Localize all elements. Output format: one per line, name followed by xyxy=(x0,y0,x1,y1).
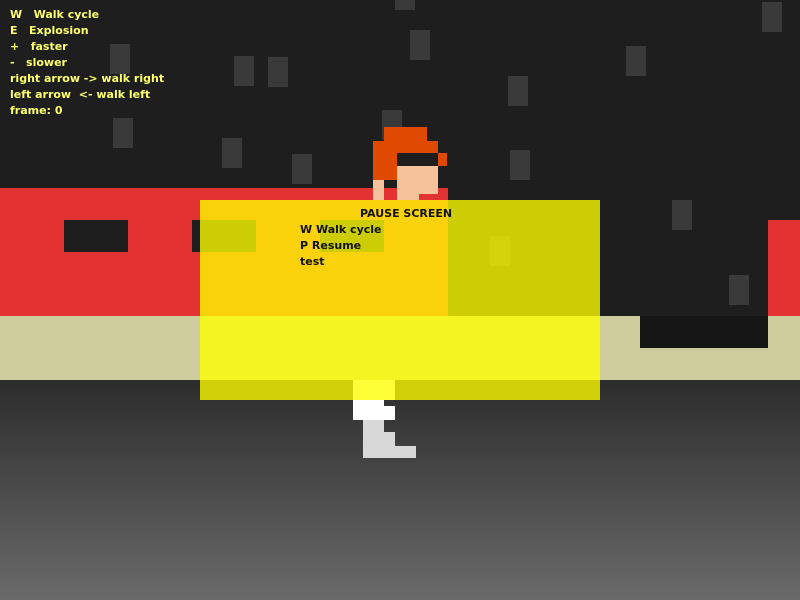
building-window xyxy=(508,76,528,106)
character-hair xyxy=(384,127,427,141)
building-slot-window xyxy=(64,220,128,252)
hud-line-slower: - slower xyxy=(10,56,67,69)
building-window xyxy=(626,46,646,76)
dark-doorway xyxy=(640,316,768,348)
character-ear xyxy=(373,180,384,200)
pause-screen-title: PAUSE SCREEN xyxy=(360,207,453,220)
character-shoe xyxy=(363,420,384,432)
character-hair xyxy=(373,153,397,180)
pause-screen-overlay: PAUSE SCREEN W Walk cycle P Resume test xyxy=(200,200,600,400)
building-window xyxy=(410,30,430,60)
character-pants xyxy=(353,406,395,420)
character-hair xyxy=(438,153,447,166)
building-window xyxy=(292,154,312,184)
controls-help-hud: W Walk cycle E Explosion + faster - slow… xyxy=(10,7,164,119)
frame-value: 0 xyxy=(54,104,63,117)
character-face xyxy=(397,166,438,194)
building-window xyxy=(672,200,692,230)
pause-menu-item-walk-cycle[interactable]: W Walk cycle xyxy=(300,222,382,238)
building-window xyxy=(395,0,415,10)
pause-menu-item-test[interactable]: test xyxy=(300,254,325,270)
building-window xyxy=(510,150,530,180)
game-scene: PAUSE SCREEN W Walk cycle P Resume test … xyxy=(0,0,800,600)
hud-line-walk-cycle: W Walk cycle xyxy=(10,8,100,21)
frame-label: frame: xyxy=(10,104,51,117)
character-shoe xyxy=(363,446,416,458)
hud-line-walk-left: left arrow <- walk left xyxy=(10,88,151,101)
building-window xyxy=(113,118,133,148)
character-hair xyxy=(373,141,438,153)
character-shoe xyxy=(363,432,395,446)
building-window xyxy=(234,56,254,86)
building-window xyxy=(762,2,782,32)
pause-menu-item-resume[interactable]: P Resume xyxy=(300,238,361,254)
hud-line-faster: + faster xyxy=(10,40,68,53)
hud-line-explosion: E Explosion xyxy=(10,24,89,37)
building-window xyxy=(268,57,288,87)
red-building-right xyxy=(768,220,800,316)
hud-frame-counter: frame: 0 xyxy=(10,103,164,119)
street xyxy=(0,380,800,600)
building-window xyxy=(729,275,749,305)
hud-line-walk-right: right arrow -> walk right xyxy=(10,72,165,85)
building-window xyxy=(222,138,242,168)
